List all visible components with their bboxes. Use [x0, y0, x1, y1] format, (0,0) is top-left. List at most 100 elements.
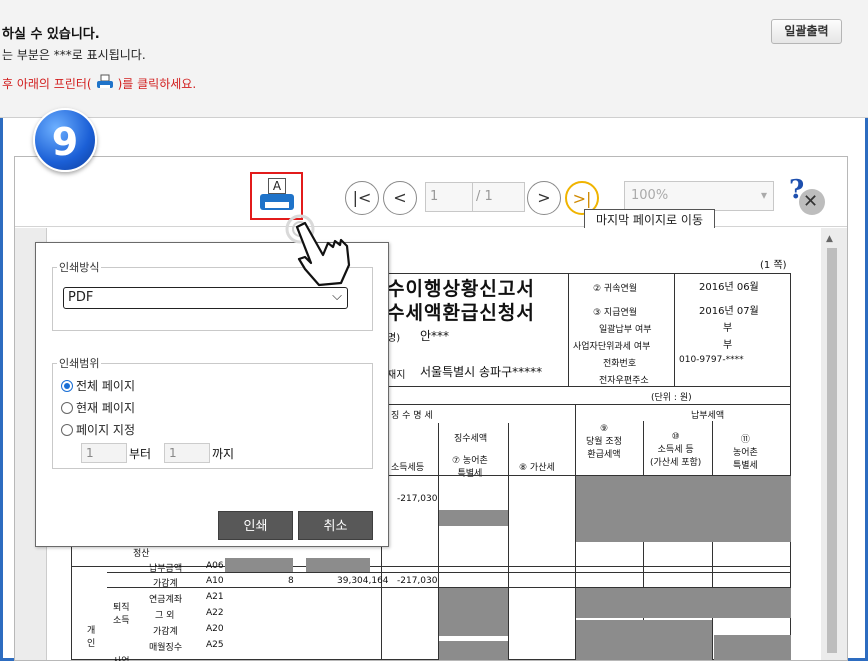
v-rule [508, 423, 509, 660]
close-icon[interactable]: ✕ [803, 191, 818, 212]
side-label-jeongsan: 정산 [133, 549, 150, 559]
side-label-retire: 퇴직 소득 [113, 603, 130, 626]
gray-block [439, 641, 508, 660]
radio-current-page[interactable]: 현재 페이지 [61, 399, 135, 416]
gray-block [576, 588, 791, 618]
row-label-4: 가감계 [153, 627, 178, 637]
prev-page-button[interactable]: < [383, 181, 417, 215]
row-label-2: 연금계좌 [149, 595, 183, 605]
col-income-tax: 소득세등 [391, 463, 425, 473]
section-payment: 납부세액 [691, 411, 725, 421]
info-label-3: 사업자단위과세 여부 [573, 342, 651, 352]
page-number-label: (1 쪽) [760, 260, 787, 271]
gray-block [439, 588, 508, 636]
radio-all-pages[interactable]: 전체 페이지 [61, 377, 135, 394]
next-page-button[interactable]: > [527, 181, 561, 215]
range-from-input[interactable]: 1 [81, 443, 127, 463]
info-value-3: 부 [723, 340, 733, 351]
hand-pointer-icon [283, 213, 353, 293]
step-number-badge: 9 [33, 108, 97, 172]
side-label-biz: 사업 [113, 654, 130, 661]
range-to-label: 까지 [212, 447, 235, 461]
help-button[interactable]: ? ✕ [787, 175, 825, 215]
gray-block [576, 620, 712, 660]
row-code-1: A10 [206, 576, 224, 586]
row-code-0: A06 [206, 561, 224, 571]
print-cancel-button[interactable]: 취소 [298, 511, 373, 540]
zoom-value: 100% [631, 188, 669, 203]
section-withholding: 징 수 명 세 [391, 411, 433, 421]
print-method-value: PDF [68, 290, 94, 305]
unit-label: (단위 : 원) [651, 393, 692, 403]
current-page-input[interactable]: 1 [430, 189, 438, 204]
form-title-1: 수이행상황신고서 [387, 278, 535, 300]
row-label-3: 그 외 [155, 611, 175, 621]
col-rural-tax-2: ⑪ 농어촌 특별세 [733, 435, 758, 471]
page-indicator[interactable]: 1 / 1 [425, 182, 525, 212]
row-code-3: A22 [206, 608, 224, 618]
radio-page-range-label: 페이지 지정 [76, 423, 136, 437]
instruction-line-3-after: )를 클릭하세요. [117, 76, 197, 91]
print-all-button[interactable]: 일괄출력 [771, 19, 842, 44]
gray-block [225, 558, 293, 572]
chevron-down-icon: ▾ [760, 188, 767, 202]
print-range-group: 인쇄범위 전체 페이지 현재 페이지 페이지 지정 1 부터 1 까지 [52, 355, 373, 469]
gray-block [714, 635, 791, 660]
printer-tray-icon [265, 202, 289, 208]
name-value: 안*** [420, 329, 450, 343]
scroll-up-icon[interactable]: ▲ [826, 234, 833, 244]
page-divider [472, 183, 473, 211]
info-label-1: ③ 지급연월 [593, 308, 638, 318]
row-amount-1: 39,304,164 [337, 576, 389, 586]
col-refund: ⑨ 당월 조정 환급세액 [586, 424, 622, 460]
gray-block [576, 476, 791, 542]
info-value-0: 2016년 06월 [699, 282, 759, 293]
h-rule [107, 572, 791, 573]
address-label: 재지 [387, 370, 406, 381]
row-label-5: 매월징수 [149, 643, 183, 653]
instruction-line-1: 하실 수 있습니다. [2, 27, 100, 42]
col-additional-tax: ⑧ 가산세 [519, 463, 555, 473]
vertical-scrollbar[interactable]: ▲ [825, 234, 837, 654]
zoom-select[interactable]: 100% ▾ [624, 181, 774, 211]
row-code-5: A25 [206, 640, 224, 650]
instruction-line-2: 는 부분은 ***로 표시됩니다. [2, 48, 146, 62]
viewer-toolbar: A |< < 1 / 1 > >| 100% ▾ ? ✕ [15, 157, 847, 227]
radio-page-range[interactable]: 페이지 지정 [61, 421, 135, 438]
instruction-line-3: 후 아래의 프린터( )를 클릭하세요. [2, 74, 196, 92]
info-label-0: ② 귀속연월 [593, 284, 638, 294]
gray-block [306, 558, 370, 572]
scroll-thumb[interactable] [827, 248, 837, 653]
form-title-2: 수세액환급신청서 [387, 302, 535, 324]
radio-all-pages-label: 전체 페이지 [76, 379, 136, 393]
radio-current-page-label: 현재 페이지 [76, 401, 136, 415]
printer-icon [96, 74, 114, 92]
radio-selected-icon[interactable] [61, 379, 73, 392]
info-value-4: 010-9797-**** [679, 355, 744, 365]
print-method-legend: 인쇄방식 [59, 261, 100, 274]
row-code-2: A21 [206, 592, 224, 602]
address-value: 서울특별시 송파구***** [420, 365, 543, 379]
radio-icon[interactable] [61, 423, 73, 436]
instruction-bar: 하실 수 있습니다. 는 부분은 ***로 표시됩니다. 후 아래의 프린터( … [0, 0, 868, 118]
info-label-5: 전자우편주소 [599, 376, 649, 386]
info-label-2: 일괄납부 여부 [599, 325, 652, 335]
row-tax-1: -217,030 [397, 576, 438, 586]
info-value-1: 2016년 07월 [699, 306, 759, 317]
radio-icon[interactable] [61, 401, 73, 414]
first-page-button[interactable]: |< [345, 181, 379, 215]
info-label-4: 전화번호 [603, 359, 637, 369]
row-code-4: A20 [206, 624, 224, 634]
gray-block [439, 510, 508, 526]
upper-tax-value: -217,030 [397, 494, 438, 504]
col-income-tax-2: ⑩ 소득세 등 (가산세 포함) [650, 432, 702, 468]
section-tax-amount: 징수세액 [454, 434, 488, 444]
info-value-2: 부 [723, 323, 733, 334]
print-confirm-button[interactable]: 인쇄 [218, 511, 293, 540]
side-label-person: 개 인 [87, 626, 96, 649]
range-from-label: 부터 [129, 447, 152, 461]
instruction-line-3-before: 후 아래의 프린터( [2, 76, 92, 91]
row-count-1: 8 [288, 576, 294, 586]
range-to-input[interactable]: 1 [164, 443, 210, 463]
print-icon-letter: A [268, 178, 286, 194]
